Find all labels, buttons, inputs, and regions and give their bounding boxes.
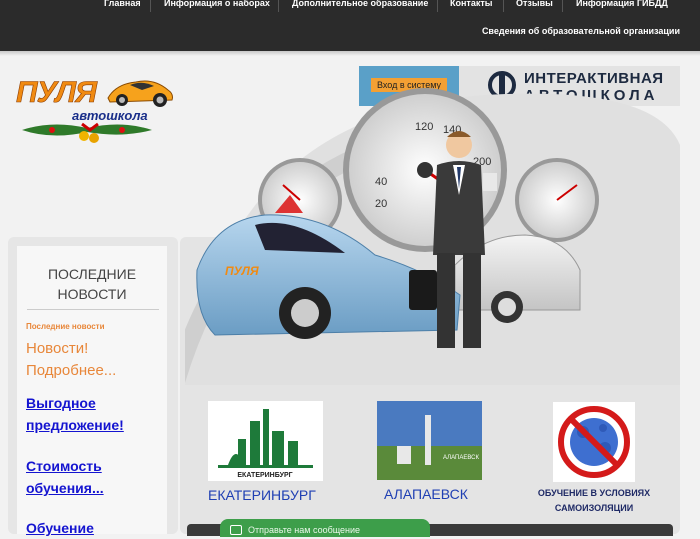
nav-additional-education[interactable]: Дополнительное образование bbox=[292, 0, 428, 8]
gauge-icon bbox=[515, 158, 599, 242]
svg-text:АЛАПАЕВСК: АЛАПАЕВСК bbox=[443, 455, 479, 461]
nav-contacts[interactable]: Контакты bbox=[450, 0, 492, 8]
chat-widget[interactable]: Отправьте нам сообщение bbox=[220, 519, 430, 537]
news-links: Новости! Подробнее... bbox=[26, 338, 116, 382]
nav-organization-info[interactable]: Сведения об образовательной организации bbox=[482, 26, 680, 36]
logo-title: ПУЛЯ bbox=[16, 76, 98, 110]
car-logo-icon bbox=[107, 80, 173, 107]
covid-prohibited-icon[interactable] bbox=[553, 402, 635, 482]
nav-home[interactable]: Главная bbox=[104, 0, 141, 8]
nav-enrollment-info[interactable]: Информация о наборах bbox=[164, 0, 270, 8]
offer-link[interactable]: предложение! bbox=[26, 414, 124, 436]
nav-separator bbox=[437, 0, 438, 12]
nav-separator bbox=[562, 0, 563, 12]
nav-reviews[interactable]: Отзывы bbox=[516, 0, 553, 8]
nav-separator bbox=[503, 0, 504, 12]
divider bbox=[27, 309, 159, 310]
news-link[interactable]: Новости! bbox=[26, 338, 116, 360]
svg-text:ПУЛЯ: ПУЛЯ bbox=[225, 264, 259, 278]
offer-link[interactable]: Выгодное bbox=[26, 392, 96, 414]
svg-text:20: 20 bbox=[375, 198, 387, 210]
isolation-training-link[interactable]: ОБУЧЕНИЕ В УСЛОВИЯХ САМОИЗОЛЯЦИИ bbox=[536, 486, 652, 516]
latest-news-widget: ПОСЛЕДНИЕ НОВОСТИ Последние новости Ново… bbox=[17, 246, 167, 536]
svg-text:40: 40 bbox=[375, 176, 387, 188]
yekaterinburg-image[interactable]: ЕКАТЕРИНБУРГ bbox=[208, 401, 323, 481]
nav-separator bbox=[150, 0, 151, 12]
latest-news-subtitle[interactable]: Последние новости bbox=[26, 322, 105, 331]
price-link[interactable]: обучения... bbox=[26, 477, 104, 499]
yekaterinburg-link[interactable]: ЕКАТЕРИНБУРГ bbox=[208, 487, 316, 503]
nav-shadow bbox=[0, 51, 700, 56]
alapaevsk-image[interactable]: АЛАПАЕВСК bbox=[377, 401, 482, 480]
top-navigation: Главная Информация о наборах Дополнитель… bbox=[0, 0, 700, 51]
hero-illustration: 40 20 120 140 200 ПУЛЯ bbox=[185, 88, 680, 385]
svg-text:ЕКАТЕРИНБУРГ: ЕКАТЕРИНБУРГ bbox=[237, 472, 292, 479]
nav-separator bbox=[278, 0, 279, 12]
svg-text:120: 120 bbox=[415, 121, 433, 133]
nav-gibdd-info[interactable]: Информация ГИБДД bbox=[576, 0, 668, 8]
latest-news-title: ПОСЛЕДНИЕ НОВОСТИ bbox=[47, 266, 137, 302]
christmas-garland-icon bbox=[22, 122, 152, 143]
price-link[interactable]: Стоимость bbox=[26, 455, 102, 477]
sidebar-panel: ПОСЛЕДНИЕ НОВОСТИ Последние новости Ново… bbox=[8, 237, 178, 536]
alapaevsk-link[interactable]: АЛАПАЕВСК bbox=[384, 486, 468, 502]
training-link[interactable]: Обучение bbox=[26, 517, 94, 539]
read-more-link[interactable]: Подробнее... bbox=[26, 360, 116, 382]
